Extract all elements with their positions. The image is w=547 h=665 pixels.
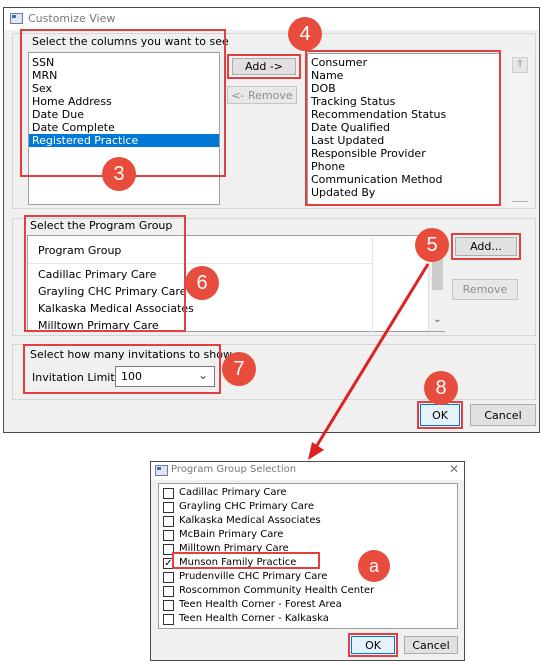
program-checkbox-label: Roscommon Community Health Center [179,585,375,596]
checkbox-icon[interactable] [163,586,174,597]
checkbox-icon[interactable] [163,530,174,541]
munson-highlight [172,552,320,569]
program-checkbox-label: Teen Health Corner - Forest Area [179,599,342,610]
close-icon[interactable]: ✕ [449,462,459,476]
selection-cancel-button[interactable]: Cancel [404,636,458,654]
program-checkbox-label: Prudenville CHC Primary Care [179,571,328,582]
arrow-shaft [314,263,430,448]
program-checkbox-label: Kalkaska Medical Associates [179,515,321,526]
program-checkbox-row[interactable]: Kalkaska Medical Associates [159,514,321,528]
program-checkbox-row[interactable]: Teen Health Corner - Forest Area [159,598,342,612]
program-checkbox-row[interactable]: Roscommon Community Health Center [159,584,374,598]
selection-ok-highlight [348,633,398,657]
program-selection-title: Program Group Selection [171,464,297,475]
window-app-icon [155,465,168,476]
program-checkbox-label: Grayling CHC Primary Care [179,501,314,512]
program-selection-titlebar: Program Group Selection ✕ [151,462,464,480]
program-checkbox-label: Teen Health Corner - Kalkaska [179,613,329,624]
checkbox-icon[interactable] [163,502,174,513]
program-checkbox-row[interactable]: McBain Primary Care [159,528,283,542]
arrow-head [308,442,324,460]
program-checkbox-label: McBain Primary Care [179,529,284,540]
checkbox-icon[interactable] [163,614,174,625]
program-checkbox-row[interactable]: Prudenville CHC Primary Care [159,570,327,584]
checkbox-icon[interactable] [163,488,174,499]
program-checkbox-row[interactable]: Teen Health Corner - Kalkaska [159,612,329,626]
program-checkbox-row[interactable]: Grayling CHC Primary Care [159,500,314,514]
step-badge-a: a [358,550,390,582]
program-checkbox-label: Cadillac Primary Care [179,487,287,498]
program-checkbox-row[interactable]: Cadillac Primary Care [159,486,287,500]
checkbox-icon[interactable] [163,572,174,583]
checkbox-icon[interactable] [163,516,174,527]
checkbox-icon[interactable] [163,600,174,611]
